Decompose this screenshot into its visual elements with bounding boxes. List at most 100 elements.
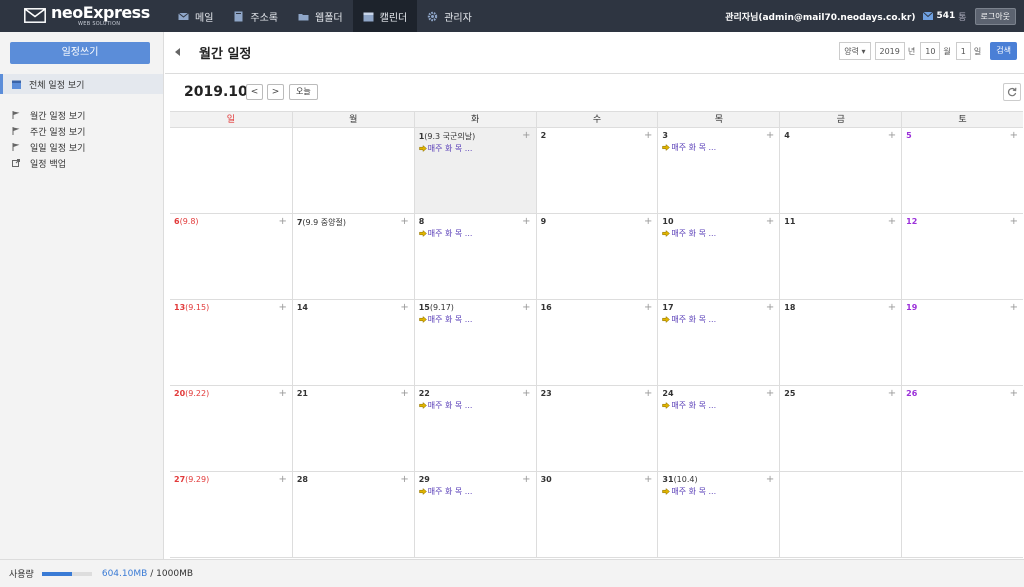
add-event-icon[interactable]: +: [888, 130, 896, 141]
calendar-day-cell[interactable]: [170, 128, 292, 213]
add-event-icon[interactable]: +: [522, 302, 530, 313]
add-event-icon[interactable]: +: [644, 216, 652, 227]
today-button[interactable]: 오늘: [289, 84, 318, 100]
event-item[interactable]: 매주 화 목 ...: [662, 400, 775, 411]
add-event-icon[interactable]: +: [644, 474, 652, 485]
add-event-icon[interactable]: +: [766, 130, 774, 141]
calendar-day-cell[interactable]: 18 +: [779, 300, 901, 385]
add-event-icon[interactable]: +: [766, 388, 774, 399]
calendar-day-cell[interactable]: 25 +: [779, 386, 901, 471]
calendar-day-cell[interactable]: 14 +: [291, 300, 414, 385]
add-event-icon[interactable]: +: [766, 302, 774, 313]
add-event-icon[interactable]: +: [400, 474, 408, 485]
calendar-day-cell[interactable]: 13(9.15) +: [170, 300, 292, 385]
add-event-icon[interactable]: +: [278, 216, 286, 227]
month-input[interactable]: 10: [920, 42, 941, 60]
calendar-day-cell[interactable]: 19 +: [901, 300, 1023, 385]
add-event-icon[interactable]: +: [522, 388, 530, 399]
nav-calendar[interactable]: 캘린더: [352, 0, 418, 32]
add-event-icon[interactable]: +: [400, 388, 408, 399]
add-event-icon[interactable]: +: [1010, 130, 1018, 141]
nav-mail[interactable]: 메일: [168, 0, 223, 32]
calendar-day-cell[interactable]: 28 +: [291, 472, 414, 557]
calendar-day-cell[interactable]: 31(10.4) + 매주 화 목 ...: [657, 472, 779, 557]
sidebar-item-backup[interactable]: 일정 백업: [12, 155, 85, 171]
user-name[interactable]: 관리자님(admin@mail70.neodays.co.kr): [725, 10, 915, 23]
add-event-icon[interactable]: +: [766, 474, 774, 485]
calendar-day-cell[interactable]: 6(9.8) +: [170, 214, 292, 299]
logo[interactable]: neoExpress WEB SOLUTION: [24, 4, 150, 28]
calendar-day-cell[interactable]: 29 + 매주 화 목 ...: [413, 472, 536, 557]
calendar-day-cell[interactable]: 12 +: [901, 214, 1023, 299]
day-input[interactable]: 1: [955, 42, 971, 60]
calendar-type-select[interactable]: 양력 ▾: [839, 42, 871, 60]
add-event-icon[interactable]: +: [888, 302, 896, 313]
calendar-day-cell[interactable]: 16 +: [535, 300, 658, 385]
event-item[interactable]: 매주 화 목 ...: [662, 314, 775, 325]
calendar-day-cell[interactable]: 23 +: [535, 386, 658, 471]
event-item[interactable]: 매주 화 목 ...: [418, 143, 532, 154]
add-event-icon[interactable]: +: [522, 474, 530, 485]
add-event-icon[interactable]: +: [278, 474, 286, 485]
event-item[interactable]: 매주 화 목 ...: [662, 228, 775, 239]
calendar-day-cell[interactable]: [901, 472, 1023, 557]
logout-button[interactable]: 로그아웃: [974, 7, 1016, 25]
add-event-icon[interactable]: +: [400, 216, 408, 227]
calendar-day-cell[interactable]: [779, 472, 901, 557]
calendar-day-cell[interactable]: 1(9.3 국군의날) + 매주 화 목 ...: [413, 128, 536, 213]
event-item[interactable]: 매주 화 목 ...: [418, 400, 532, 411]
calendar-day-cell[interactable]: 24 + 매주 화 목 ...: [657, 386, 779, 471]
calendar-day-cell[interactable]: 4 +: [779, 128, 901, 213]
collapse-sidebar-icon[interactable]: [175, 48, 180, 56]
add-event-icon[interactable]: +: [278, 388, 286, 399]
add-event-icon[interactable]: +: [644, 388, 652, 399]
add-event-icon[interactable]: +: [888, 216, 896, 227]
event-item[interactable]: 매주 화 목 ...: [662, 142, 775, 153]
next-month-button[interactable]: >: [267, 84, 284, 100]
event-item[interactable]: 매주 화 목 ...: [662, 486, 775, 497]
calendar-day-cell[interactable]: 26 +: [901, 386, 1023, 471]
event-item[interactable]: 매주 화 목 ...: [418, 486, 532, 497]
calendar-day-cell[interactable]: 9 +: [535, 214, 658, 299]
sidebar-item-daily[interactable]: 일일 일정 보기: [12, 139, 85, 155]
add-event-icon[interactable]: +: [400, 302, 408, 313]
prev-month-button[interactable]: <: [246, 84, 263, 100]
add-event-icon[interactable]: +: [1010, 216, 1018, 227]
add-event-icon[interactable]: +: [888, 388, 896, 399]
add-event-icon[interactable]: +: [522, 130, 530, 141]
refresh-button[interactable]: [1003, 83, 1021, 101]
mail-count[interactable]: 541 통: [923, 10, 967, 23]
calendar-day-cell[interactable]: 21 +: [291, 386, 414, 471]
event-item[interactable]: 매주 화 목 ...: [418, 314, 532, 325]
search-button[interactable]: 검색: [990, 42, 1017, 60]
calendar-day-cell[interactable]: 20(9.22) +: [170, 386, 292, 471]
write-schedule-button[interactable]: 일정쓰기: [10, 42, 150, 64]
calendar-day-cell[interactable]: 30 +: [535, 472, 658, 557]
add-event-icon[interactable]: +: [644, 130, 652, 141]
calendar-day-cell[interactable]: 2 +: [535, 128, 658, 213]
event-item[interactable]: 매주 화 목 ...: [418, 228, 532, 239]
nav-address-book[interactable]: 주소록: [223, 0, 288, 32]
add-event-icon[interactable]: +: [278, 302, 286, 313]
calendar-day-cell[interactable]: 27(9.29) +: [170, 472, 292, 557]
nav-web-folder[interactable]: 웹폴더: [288, 0, 353, 32]
calendar-day-cell[interactable]: 8 + 매주 화 목 ...: [413, 214, 536, 299]
calendar-day-cell[interactable]: 17 + 매주 화 목 ...: [657, 300, 779, 385]
calendar-day-cell[interactable]: 5 +: [901, 128, 1023, 213]
calendar-day-cell[interactable]: 3 + 매주 화 목 ...: [657, 128, 779, 213]
add-event-icon[interactable]: +: [644, 302, 652, 313]
calendar-day-cell[interactable]: 7(9.9 중양절) +: [291, 214, 414, 299]
year-input[interactable]: 2019: [874, 42, 905, 60]
calendar-day-cell[interactable]: 15(9.17) + 매주 화 목 ...: [413, 300, 536, 385]
add-event-icon[interactable]: +: [522, 216, 530, 227]
add-event-icon[interactable]: +: [1010, 302, 1018, 313]
calendar-day-cell[interactable]: [291, 128, 414, 213]
nav-admin[interactable]: 관리자: [417, 0, 482, 32]
calendar-day-cell[interactable]: 10 + 매주 화 목 ...: [657, 214, 779, 299]
add-event-icon[interactable]: +: [766, 216, 774, 227]
sidebar-item-monthly[interactable]: 월간 일정 보기: [12, 107, 85, 123]
calendar-day-cell[interactable]: 22 + 매주 화 목 ...: [413, 386, 536, 471]
add-event-icon[interactable]: +: [1010, 388, 1018, 399]
sidebar-item-all-schedules[interactable]: 전체 일정 보기: [0, 74, 163, 94]
sidebar-item-weekly[interactable]: 주간 일정 보기: [12, 123, 85, 139]
